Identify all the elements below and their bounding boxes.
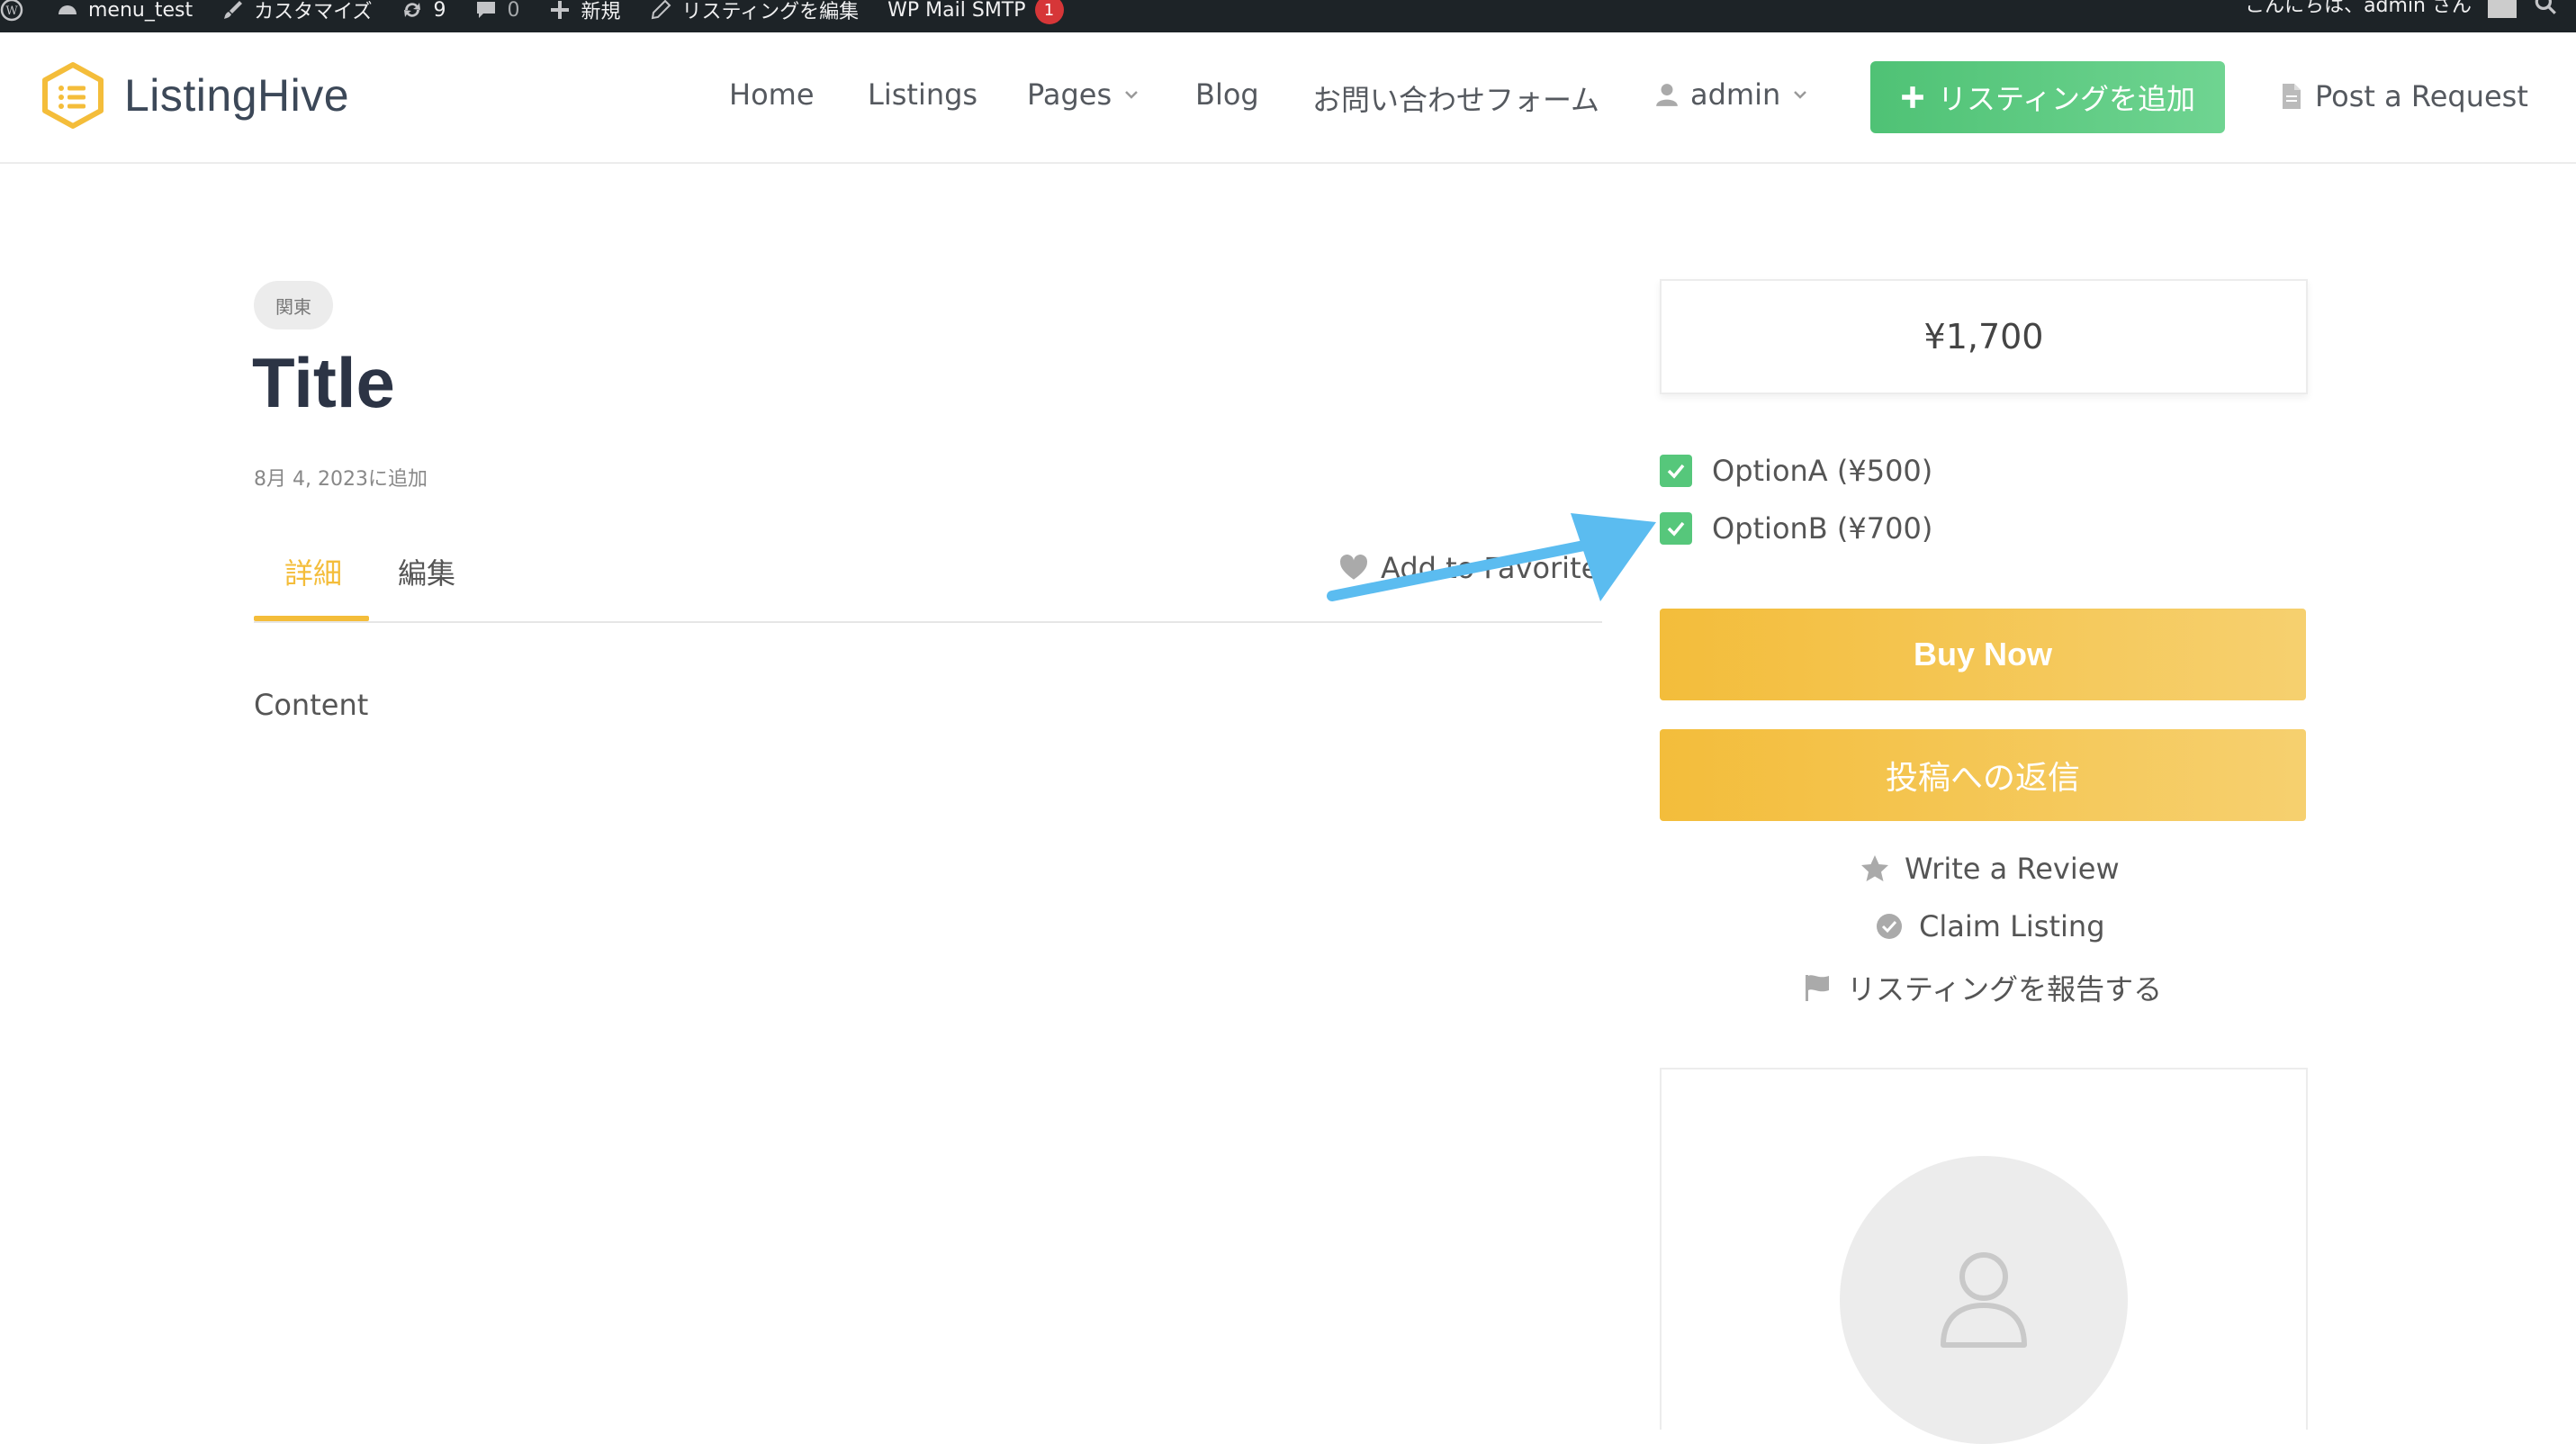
admin-bar: W menu_test カスタマイズ 9 0 新規 リスティングを編集 WP M… — [0, 0, 2576, 32]
logo-text: ListingHive — [124, 70, 350, 121]
nav-blog[interactable]: Blog — [1195, 77, 1259, 112]
chevron-down-icon — [1794, 91, 1807, 99]
admin-bar-greeting[interactable]: こんにちは、admin さん — [2245, 0, 2472, 18]
listing-content: Content — [254, 688, 369, 722]
report-listing-link[interactable]: リスティングを報告する — [1802, 967, 2162, 1008]
dashboard-icon — [59, 5, 77, 14]
author-box — [1660, 1068, 2308, 1444]
write-review-link[interactable]: Write a Review — [1860, 852, 2120, 886]
search-icon[interactable] — [2533, 0, 2558, 16]
check-circle-icon — [1877, 914, 1902, 939]
svg-text:W: W — [5, 5, 18, 18]
nav-pages-label: Pages — [1027, 77, 1112, 112]
star-icon — [1861, 855, 1888, 881]
write-review-label: Write a Review — [1905, 852, 2120, 886]
updates-icon — [404, 3, 421, 17]
plus-icon — [1902, 86, 1923, 108]
admin-bar-customize[interactable]: カスタマイズ — [221, 0, 372, 24]
wordpress-logo-icon[interactable]: W — [0, 0, 23, 22]
option-a-checkbox[interactable] — [1660, 455, 1692, 487]
active-tab-indicator — [254, 616, 369, 621]
reply-button[interactable]: 投稿への返信 — [1660, 729, 2306, 821]
admin-bar-smtp[interactable]: WP Mail SMTP 1 — [887, 0, 1064, 24]
admin-bar-smtp-badge: 1 — [1034, 0, 1064, 24]
option-a[interactable]: OptionA (¥500) — [1660, 454, 1932, 488]
option-b[interactable]: OptionB (¥700) — [1660, 511, 1932, 546]
admin-bar-edit-listing[interactable]: リスティングを編集 — [649, 0, 859, 24]
plus-icon — [551, 1, 570, 19]
post-request-label: Post a Request — [2315, 79, 2528, 113]
author-avatar[interactable] — [1840, 1156, 2128, 1444]
pencil-icon — [652, 0, 671, 20]
price-value: ¥1,700 — [1923, 317, 2044, 356]
nav-listings[interactable]: Listings — [868, 77, 977, 112]
price-box: ¥1,700 — [1660, 279, 2308, 394]
add-listing-label: リスティングを追加 — [1937, 82, 2196, 116]
option-b-checkbox[interactable] — [1660, 512, 1692, 545]
buy-now-button[interactable]: Buy Now — [1660, 609, 2306, 700]
nav-user-label: admin — [1690, 77, 1781, 112]
chevron-down-icon — [1125, 91, 1139, 99]
nav-user[interactable]: admin — [1654, 77, 1809, 112]
add-to-favorites-link[interactable]: Add to Favorites — [1339, 551, 1614, 585]
admin-bar-smtp-label: WP Mail SMTP — [887, 0, 1026, 22]
admin-bar-comments-count: 0 — [507, 0, 520, 22]
admin-bar-updates-count: 9 — [433, 0, 446, 22]
user-outline-icon — [1941, 1252, 2027, 1348]
tab-details[interactable]: 詳細 — [284, 551, 342, 592]
comment-icon — [477, 2, 496, 18]
claim-listing-label: Claim Listing — [1919, 909, 2105, 943]
document-icon — [2283, 84, 2301, 109]
site-header: ListingHive Home Listings Pages Blog お問い… — [0, 32, 2576, 164]
admin-bar-site[interactable]: menu_test — [56, 0, 193, 22]
admin-bar-customize-label: カスタマイズ — [254, 1, 373, 23]
heart-icon — [1340, 555, 1367, 580]
admin-bar-new[interactable]: 新規 — [548, 0, 620, 24]
flag-icon — [1806, 975, 1829, 1001]
admin-bar-edit-listing-label: リスティングを編集 — [681, 1, 860, 23]
listing-date: 8月 4, 2023に追加 — [254, 468, 428, 491]
favorites-label: Add to Favorites — [1381, 551, 1614, 585]
listing-title: Title — [252, 343, 395, 422]
admin-bar-new-label: 新規 — [581, 1, 621, 23]
checkmark-icon — [1667, 464, 1685, 479]
post-request-link[interactable]: Post a Request — [2281, 79, 2528, 113]
site-logo[interactable]: ListingHive — [41, 61, 349, 130]
claim-listing-link[interactable]: Claim Listing — [1874, 909, 2105, 943]
admin-bar-comments[interactable]: 0 — [474, 0, 519, 22]
tab-edit[interactable]: 編集 — [398, 551, 455, 592]
paintbrush-icon — [224, 1, 243, 19]
checkmark-icon — [1667, 521, 1685, 537]
nav-home[interactable]: Home — [729, 77, 815, 112]
nav-contact[interactable]: お問い合わせフォーム — [1312, 77, 1599, 119]
add-listing-button[interactable]: リスティングを追加 — [1870, 61, 2225, 133]
user-icon — [1656, 84, 1678, 106]
logo-hexagon-icon — [42, 62, 104, 129]
admin-bar-updates[interactable]: 9 — [401, 0, 446, 22]
nav-pages[interactable]: Pages — [1027, 77, 1140, 112]
option-a-label: OptionA (¥500) — [1712, 454, 1933, 488]
admin-bar-site-name: menu_test — [88, 0, 194, 22]
category-tag[interactable]: 関東 — [254, 281, 333, 329]
option-b-label: OptionB (¥700) — [1712, 511, 1933, 546]
report-listing-label: リスティングを報告する — [1847, 972, 2163, 1006]
admin-bar-avatar[interactable] — [2488, 0, 2517, 18]
